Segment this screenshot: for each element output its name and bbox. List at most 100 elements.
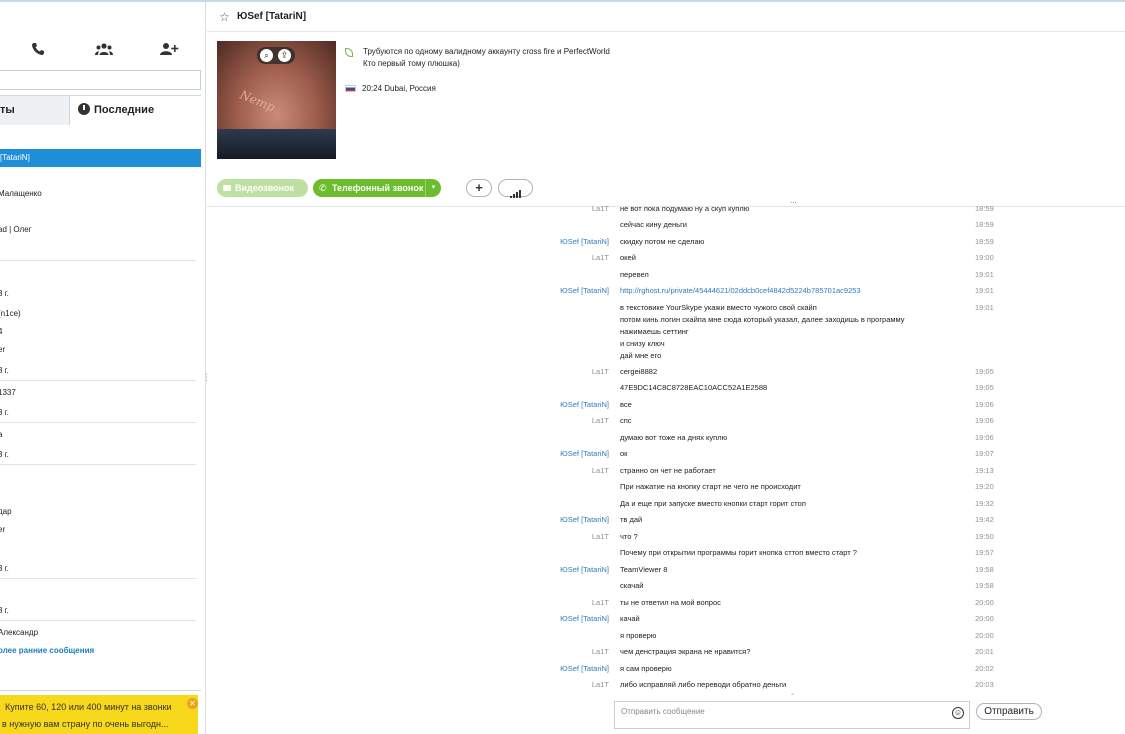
chevron-down-icon[interactable]: ▾ <box>425 179 441 197</box>
message-time: 19:32 <box>975 499 994 508</box>
share-icon[interactable]: ⇪ <box>278 49 291 62</box>
list-item[interactable]: 1337 <box>0 386 16 400</box>
list-item[interactable]: Александр <box>0 626 38 640</box>
tab-recent[interactable]: Последние <box>70 96 201 125</box>
message-text: 47E9DC14C8C8728EAC10ACC52A1E2588 <box>620 383 768 392</box>
location-info: 20:24 Dubai, Россия <box>345 84 436 93</box>
message-input[interactable]: Отправить сообщение <box>614 701 970 729</box>
list-item[interactable]: дар <box>0 505 12 519</box>
message-text: скачай <box>620 581 644 590</box>
phone-call-button[interactable]: ✆ Телефонный звонок ▾ <box>313 179 441 197</box>
add-button[interactable]: + <box>466 179 492 197</box>
message-author[interactable]: La1T <box>489 252 609 264</box>
message-text[interactable]: http://rghost.ru/private/45444621/02ddcb… <box>620 285 980 297</box>
message-time: 19:05 <box>975 367 994 376</box>
mood-line-2: Кто первый тому плюшка) <box>363 59 460 68</box>
phone-icon: ✆ <box>319 183 327 193</box>
list-item[interactable]: Малащенко <box>0 187 42 201</box>
message-text: не вот пока подумаю ну а скуп куплю <box>620 204 750 213</box>
message-text: что ? <box>620 532 638 541</box>
message-time: 20:01 <box>975 647 994 656</box>
message-text: я проверю <box>620 631 657 640</box>
message-link[interactable]: http://rghost.ru/private/45444621/02ddcb… <box>620 286 861 295</box>
list-item[interactable]: (n1ce) <box>0 307 21 321</box>
message-text: думаю вот тоже на днях куплю <box>620 433 728 442</box>
list-group-date: 3 г. <box>0 289 9 298</box>
list-item-selected[interactable]: [TatariN] <box>0 149 201 167</box>
list-item[interactable]: а <box>0 428 2 442</box>
message-text: тв дай <box>620 515 643 524</box>
message-author[interactable]: La1T <box>489 415 609 427</box>
message-line: дай мне его <box>620 351 662 360</box>
list-group-date: 3 г. <box>0 564 9 573</box>
list-group-date: 3 г. <box>0 606 9 615</box>
message-author[interactable]: ЮSef [TatariN] <box>489 236 609 248</box>
message-text: сейчас кину деньги <box>620 220 687 229</box>
list-group-date: 3 г. <box>0 366 9 375</box>
message-time: 19:42 <box>975 515 994 524</box>
list-group-date: 3 г. <box>0 450 9 459</box>
list-item[interactable]: er <box>0 523 5 537</box>
message-author[interactable]: ЮSef [TatariN] <box>489 399 609 411</box>
message-author[interactable]: La1T <box>489 203 609 215</box>
promo-banner[interactable]: Купите 60, 120 или 400 минут на звонки в… <box>0 695 198 734</box>
message-text: При нажатие на кнопку старт не чего не п… <box>620 482 801 491</box>
message-time: 20:03 <box>975 680 994 689</box>
message-time: 19:01 <box>975 270 994 279</box>
emoticon-icon[interactable]: ☺ <box>952 707 964 719</box>
zoom-icon[interactable]: ⌕ <box>260 49 273 62</box>
message-author[interactable]: ЮSef [TatariN] <box>489 663 609 675</box>
send-button[interactable]: Отправить <box>976 703 1042 720</box>
list-divider <box>0 380 196 381</box>
earlier-messages-link[interactable]: олее ранние сообщения <box>0 646 94 655</box>
list-divider <box>0 464 196 465</box>
message-author[interactable]: ЮSef [TatariN] <box>489 613 609 625</box>
video-camera-icon <box>223 185 231 191</box>
message-author[interactable]: La1T <box>489 366 609 378</box>
profile-picture[interactable]: Nemp ⌕ ⇪ <box>217 41 336 159</box>
list-item[interactable]: 4 <box>0 325 2 339</box>
star-icon[interactable]: ☆ <box>219 10 230 24</box>
message-text: TeamViewer 8 <box>620 565 668 574</box>
promo-line-1: Купите 60, 120 или 400 минут на звонки <box>5 702 172 712</box>
group-icon[interactable] <box>92 38 116 60</box>
message-author[interactable]: La1T <box>489 646 609 658</box>
call-quality-button[interactable] <box>498 179 533 198</box>
message-time: 19:57 <box>975 548 994 557</box>
resize-handle[interactable]: ⌃ <box>790 693 795 700</box>
add-contact-icon[interactable] <box>157 38 181 60</box>
list-item[interactable]: er <box>0 343 5 357</box>
message-line: в текстовике YourSkype укажи вместо чужо… <box>620 303 817 312</box>
message-text: спс <box>620 416 632 425</box>
avatar-jeans <box>217 129 336 159</box>
message-author[interactable]: La1T <box>489 679 609 691</box>
list-divider <box>0 578 196 579</box>
close-icon[interactable]: ✕ <box>187 698 198 709</box>
message-text: ок <box>620 449 628 458</box>
message-time: 19:58 <box>975 565 994 574</box>
message-time: 19:50 <box>975 532 994 541</box>
message-author[interactable]: La1T <box>489 597 609 609</box>
sidebar: ты Последние [TatariN] Малащенко ad | Ол… <box>0 2 206 734</box>
recent-list: [TatariN] Малащенко ad | Олег 3 г. (n1ce… <box>0 126 201 691</box>
message-time: 19:06 <box>975 433 994 442</box>
list-item[interactable]: ad | Олег <box>0 223 32 237</box>
signal-bars-icon <box>510 184 522 198</box>
message-text: чем денстрация экрана не нравится? <box>620 647 751 656</box>
chat-history: La1T не вот пока подумаю ну а скуп куплю 1… <box>207 203 1125 695</box>
message-author[interactable]: ЮSef [TatariN] <box>489 285 609 297</box>
message-text: либо исправляй либо переводи обратно ден… <box>620 680 787 689</box>
message-author[interactable]: ЮSef [TatariN] <box>489 564 609 576</box>
message-author[interactable]: La1T <box>489 531 609 543</box>
message-text: ты не ответил на мой вопрос <box>620 598 721 607</box>
search-input[interactable] <box>0 70 201 90</box>
message-author[interactable]: ЮSef [TatariN] <box>489 448 609 460</box>
message-author[interactable]: ЮSef [TatariN] <box>489 514 609 526</box>
message-time: 19:07 <box>975 449 994 458</box>
tab-contacts[interactable]: ты <box>0 96 70 125</box>
message-line: потом кинь логин скайпа мне сюда который… <box>620 315 905 324</box>
video-call-button[interactable]: Видеозвонок <box>217 179 308 197</box>
message-text: перевел <box>620 270 649 279</box>
message-author[interactable]: La1T <box>489 465 609 477</box>
phone-icon[interactable] <box>26 38 50 60</box>
